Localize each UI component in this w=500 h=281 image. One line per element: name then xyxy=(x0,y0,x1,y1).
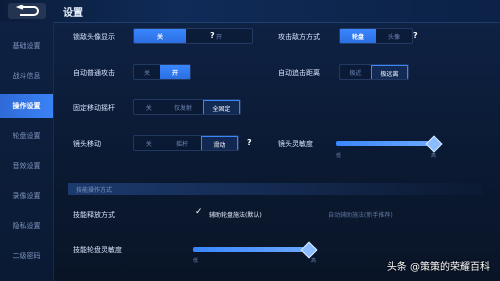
section-title: 技能操作方式 xyxy=(76,187,113,194)
settings-screen: 设置 基础设置 战斗信息 操作设置 轮盘设置 音效设置 录像设置 隐私设置 二级… xyxy=(0,0,500,281)
skill-sensitivity-max-label: 高 xyxy=(311,258,317,264)
sidebar-item-wheel[interactable]: 轮盘设置 xyxy=(0,124,53,148)
avatar-lock-on[interactable]: 开 xyxy=(186,29,252,43)
fixed-joystick-label: 固定移动摇杆 xyxy=(73,104,115,112)
camera-move-toggle: 关 摇杆 滑动 xyxy=(133,135,239,151)
page-title: 设置 xyxy=(63,8,83,19)
avatar-lock-toggle: 关 开 xyxy=(133,28,253,44)
auto-attack-toggle: 关 开 xyxy=(133,64,191,80)
skill-cancel-label: 技能释放方式 xyxy=(73,211,115,219)
camera-move-help-icon[interactable]: ? xyxy=(247,138,252,147)
attack-target-avatar[interactable]: 头像 xyxy=(376,29,412,43)
avatar-lock-off[interactable]: 关 xyxy=(134,29,186,43)
camera-sensitivity-thumb[interactable] xyxy=(425,135,443,153)
sidebar-item-replay[interactable]: 录像设置 xyxy=(0,184,53,208)
auto-attack-on[interactable]: 开 xyxy=(160,65,190,79)
sidebar-item-controls[interactable]: 操作设置 xyxy=(0,94,53,118)
fixed-joystick-launch[interactable]: 仅发射 xyxy=(163,100,202,114)
sidebar: 基础设置 战斗信息 操作设置 轮盘设置 音效设置 录像设置 隐私设置 二级密码 xyxy=(0,22,54,281)
attack-target-wheel[interactable]: 轮盘 xyxy=(340,29,376,43)
watermark: 头条 @策策的荣耀百科 xyxy=(386,262,490,273)
fixed-joystick-all[interactable]: 全固定 xyxy=(202,100,240,114)
attack-target-help-icon[interactable]: ? xyxy=(413,31,418,40)
skill-cancel-option-default[interactable]: 辅助轮盘施法(默认) xyxy=(209,210,262,219)
camera-sensitivity-label: 镜头灵敏度 xyxy=(278,140,313,148)
camera-sensitivity-min-label: 低 xyxy=(336,153,342,159)
back-button[interactable] xyxy=(8,3,46,19)
sidebar-item-battle-info[interactable]: 战斗信息 xyxy=(0,64,53,88)
camera-move-joystick[interactable]: 摇杆 xyxy=(163,136,200,150)
auto-attack-off[interactable]: 关 xyxy=(134,65,160,79)
section-header: 技能操作方式 xyxy=(68,183,483,195)
auto-attack-label: 自动普通攻击 xyxy=(73,69,115,77)
sidebar-item-basic[interactable]: 基础设置 xyxy=(0,34,53,58)
skill-cancel-option-auto[interactable]: 自动辅助施法(新手推荐) xyxy=(328,210,393,219)
camera-sensitivity-max-label: 高 xyxy=(431,153,437,159)
return-arrow-icon xyxy=(15,5,39,16)
fixed-joystick-toggle: 关 仅发射 全固定 xyxy=(133,99,241,115)
settings-panel: 锁敌头像显示 关 开 ? 攻击敌方方式 轮盘 头像 ? 自动普通攻击 关 开 自… xyxy=(53,22,500,281)
top-bar: 设置 xyxy=(0,0,500,23)
auto-chase-label: 自动追击距离 xyxy=(278,69,320,77)
skill-sensitivity-min-label: 低 xyxy=(193,258,199,264)
fixed-joystick-off[interactable]: 关 xyxy=(134,100,163,114)
camera-sensitivity-fill xyxy=(336,141,433,146)
camera-sensitivity-slider[interactable] xyxy=(336,135,443,153)
avatar-lock-help-icon[interactable]: ? xyxy=(210,31,215,40)
auto-chase-near[interactable]: 极近 xyxy=(340,65,371,79)
skill-sensitivity-fill xyxy=(193,247,309,252)
camera-move-slide[interactable]: 滑动 xyxy=(200,136,238,150)
sidebar-item-sound[interactable]: 音效设置 xyxy=(0,154,53,178)
camera-move-label: 镜头移动 xyxy=(73,140,101,148)
skill-sensitivity-label: 技能轮盘灵敏度 xyxy=(73,246,122,254)
camera-move-off[interactable]: 关 xyxy=(134,136,163,150)
checkmark-icon: ✓ xyxy=(195,207,203,217)
skill-sensitivity-slider[interactable] xyxy=(193,241,318,259)
auto-chase-toggle: 极近 极远离 xyxy=(339,64,409,80)
skill-sensitivity-thumb[interactable] xyxy=(300,241,318,259)
sidebar-item-password[interactable]: 二级密码 xyxy=(0,244,53,268)
attack-target-toggle: 轮盘 头像 xyxy=(339,28,413,44)
avatar-lock-label: 锁敌头像显示 xyxy=(73,33,115,41)
attack-target-label: 攻击敌方方式 xyxy=(278,33,320,41)
auto-chase-far[interactable]: 极远离 xyxy=(371,65,408,79)
sidebar-item-privacy[interactable]: 隐私设置 xyxy=(0,214,53,238)
